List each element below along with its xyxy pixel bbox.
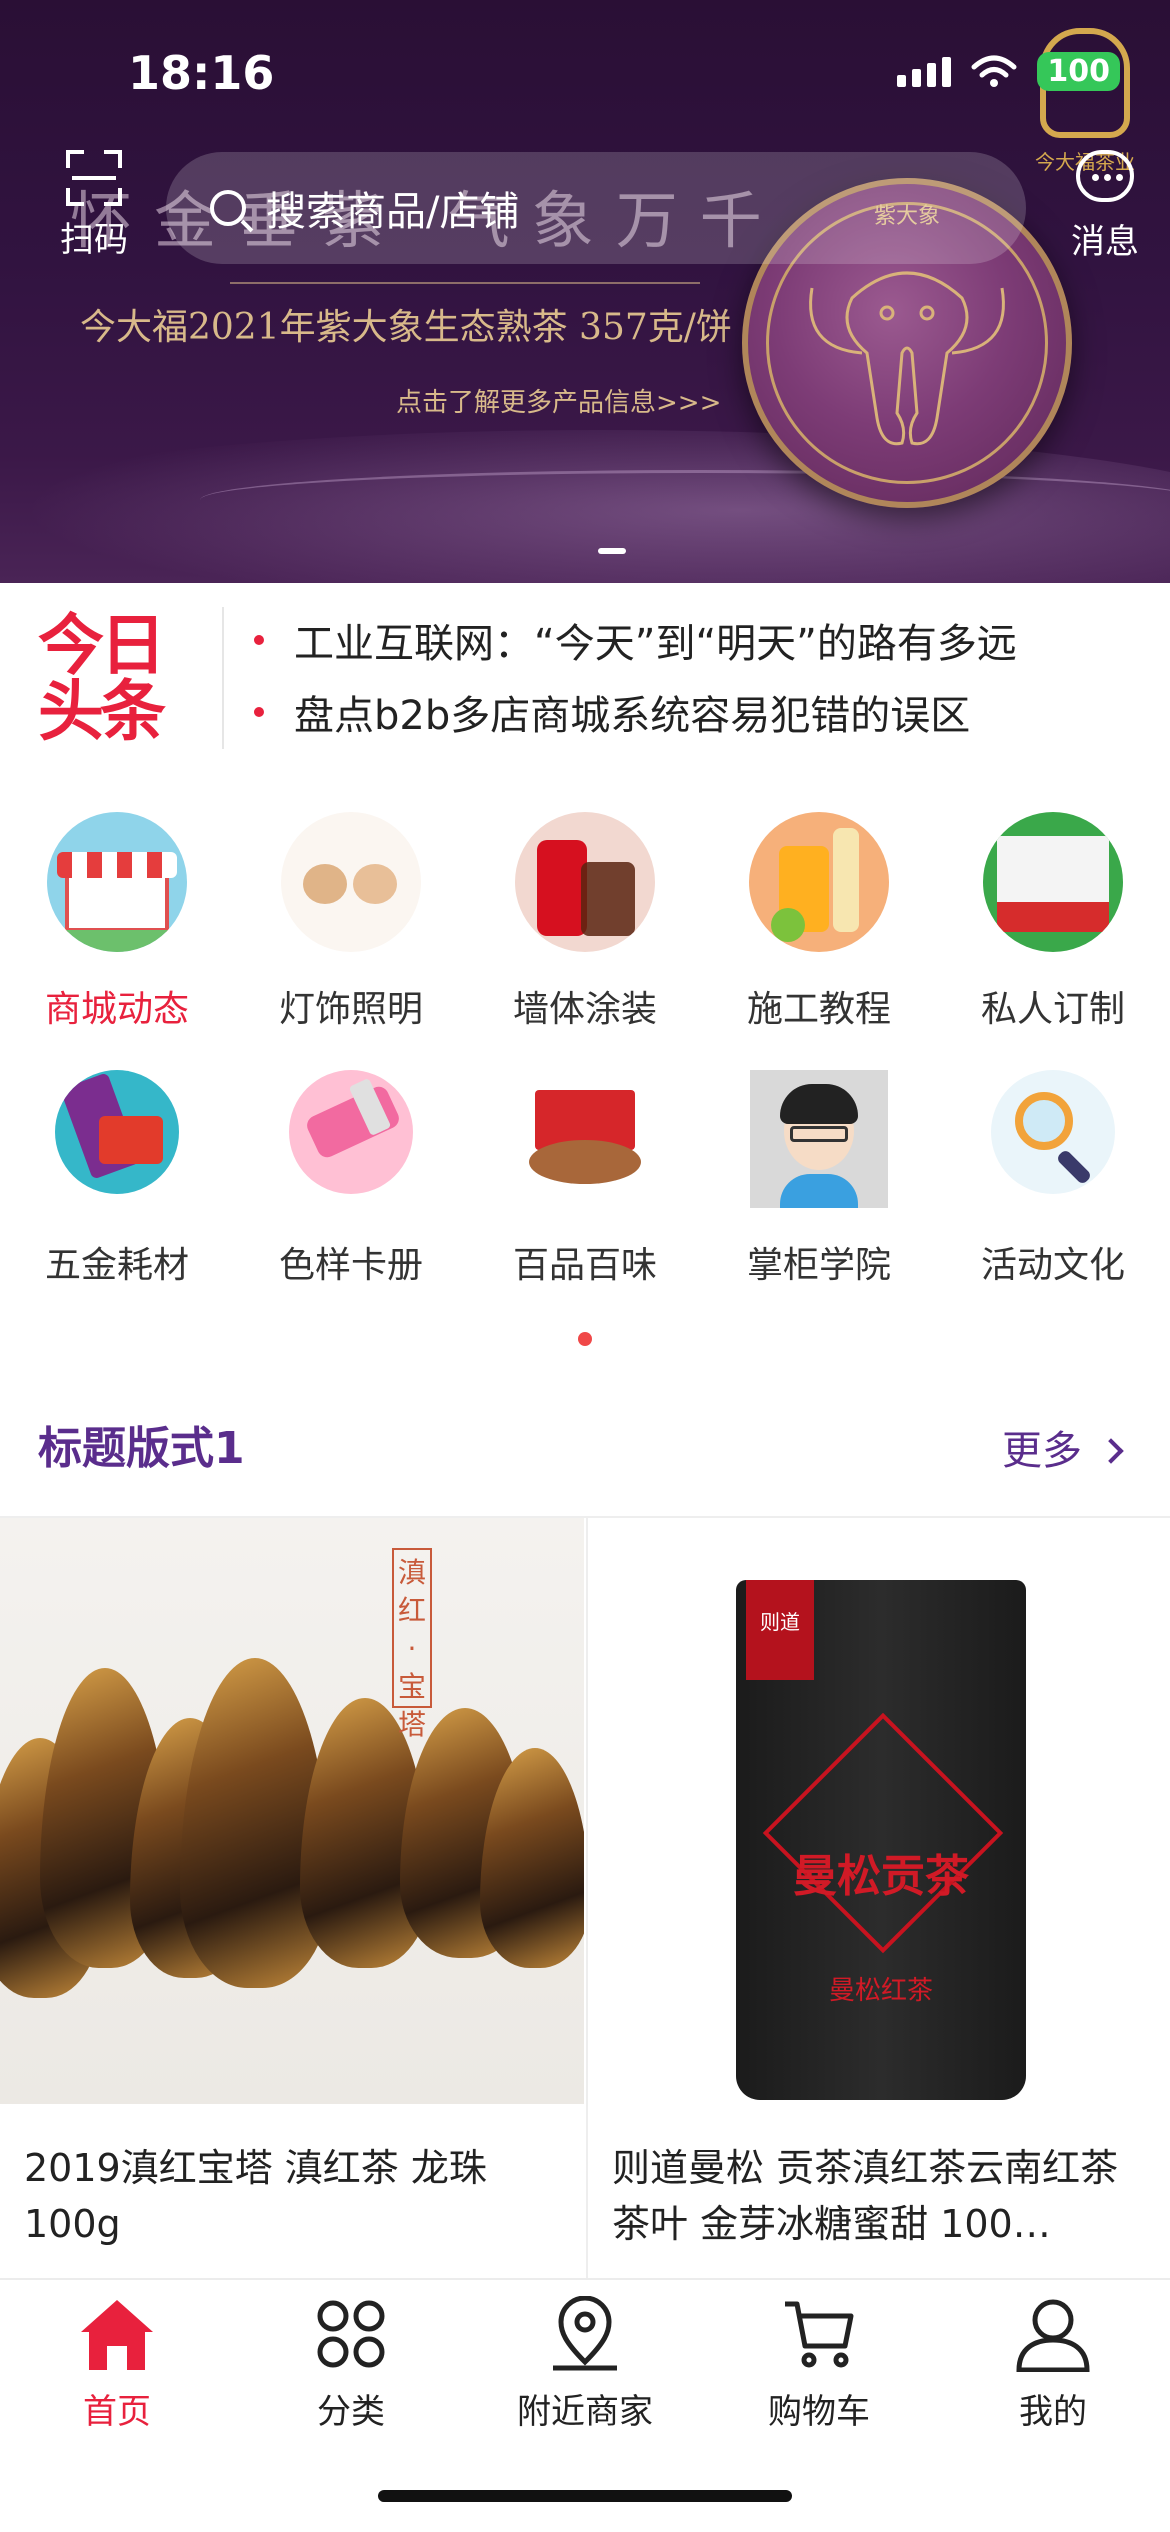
tab-label: 我的 <box>1019 2392 1087 2432</box>
category-academy[interactable]: 掌柜学院 <box>702 1070 936 1288</box>
avatar-icon <box>750 1070 888 1208</box>
grid-icon <box>317 2300 385 2368</box>
scan-label: 扫码 <box>60 220 128 260</box>
messages-label: 消息 <box>1071 222 1139 262</box>
status-indicators: 100 <box>897 52 1120 91</box>
battery-indicator: 100 <box>1037 52 1120 91</box>
location-pin-icon <box>553 2295 617 2371</box>
category-label: 灯饰照明 <box>278 989 423 1030</box>
category-label: 墙体涂装 <box>512 989 657 1030</box>
home-icon <box>81 2300 153 2370</box>
tab-home[interactable]: 首页 <box>0 2296 234 2433</box>
banner-divider <box>230 282 700 284</box>
search-input[interactable]: 搜索商品/店铺 <box>166 152 1026 264</box>
product-title: 2019滇红宝塔 滇红茶 龙珠 100g <box>24 2146 487 2246</box>
product-image: 则道 曼松贡茶 曼松红茶 <box>588 1518 1170 2104</box>
cart-icon <box>785 2301 854 2368</box>
wifi-icon <box>971 55 1017 87</box>
cellular-signal-icon <box>897 56 952 87</box>
tab-cart[interactable]: 购物车 <box>702 2296 936 2433</box>
headline-text: 工业互联网：“今天”到“明天”的路有多远 <box>294 621 1017 667</box>
tab-nearby[interactable]: 附近商家 <box>468 2295 702 2433</box>
product-title: 则道曼松 贡茶滇红茶云南红茶茶叶 金芽冰糖蜜甜 100… <box>612 2146 1119 2246</box>
chat-bubble-icon <box>1076 150 1134 202</box>
headline-item[interactable]: 工业互联网：“今天”到“明天”的路有多远 <box>254 611 1017 669</box>
storefront-icon <box>47 812 187 952</box>
section-title: 标题版式1 <box>38 1423 245 1474</box>
carousel-indicator <box>598 548 626 554</box>
toutiao-logo: 今日 头条 <box>38 613 198 753</box>
bag-product-subname: 曼松红茶 <box>828 1976 933 2006</box>
category-label: 五金耗材 <box>44 1245 189 1286</box>
category-wall-coating[interactable]: 墙体涂装 <box>468 812 702 1032</box>
tab-label: 附近商家 <box>517 2392 653 2432</box>
category-flavors[interactable]: 百品百味 <box>468 1070 702 1288</box>
tab-label: 首页 <box>83 2392 151 2432</box>
messages-button[interactable]: 消息 <box>1060 150 1150 263</box>
headline-item[interactable]: 盘点b2b多店商城系统容易犯错的误区 <box>253 683 971 741</box>
snacks-icon <box>55 1070 179 1194</box>
product-image: 滇红·宝塔 <box>0 1518 584 2104</box>
magnifier-icon <box>991 1070 1115 1194</box>
category-lighting[interactable]: 灯饰照明 <box>234 812 468 1032</box>
product-list: 滇红·宝塔 2019滇红宝塔 滇红茶 龙珠 100g 则道 曼松贡茶 曼松红茶 … <box>0 1516 1170 2278</box>
category-label: 施工教程 <box>746 989 891 1030</box>
category-hardware[interactable]: 五金耗材 <box>0 1070 234 1288</box>
product-stamp: 滇红·宝塔 <box>392 1548 432 1741</box>
section-more-label: 更多 <box>1002 1428 1082 1474</box>
category-color-cards[interactable]: 色样卡册 <box>234 1070 468 1288</box>
tab-categories[interactable]: 分类 <box>234 2296 468 2433</box>
nuts-icon <box>523 1070 647 1194</box>
banner-more-link[interactable]: 点击了解更多产品信息>>> <box>396 382 721 419</box>
bears-icon <box>281 812 421 952</box>
category-label: 商城动态 <box>44 989 189 1030</box>
tab-profile[interactable]: 我的 <box>936 2296 1170 2433</box>
bag-product-name: 曼松贡茶 <box>793 1851 969 1902</box>
bag-pattern <box>762 1712 1004 1954</box>
category-label: 私人订制 <box>980 989 1125 1030</box>
category-culture[interactable]: 活动文化 <box>936 1070 1170 1288</box>
gift-box-icon <box>983 812 1123 952</box>
category-shop-news[interactable]: 商城动态 <box>0 812 234 1032</box>
chevron-right-icon <box>1098 1438 1124 1464</box>
scan-button[interactable]: 扫码 <box>54 150 134 261</box>
drinks-icon <box>749 812 889 952</box>
category-custom[interactable]: 私人订制 <box>936 812 1170 1032</box>
search-icon <box>210 190 246 226</box>
user-icon <box>1016 2299 1090 2373</box>
search-placeholder: 搜索商品/店铺 <box>266 189 520 235</box>
headline-divider <box>222 607 224 749</box>
category-label: 活动文化 <box>980 1245 1125 1286</box>
category-label: 色样卡册 <box>278 1245 423 1286</box>
toutiao-logo-line1: 今日 <box>38 607 166 684</box>
product-card[interactable]: 滇红·宝塔 2019滇红宝塔 滇红茶 龙珠 100g <box>0 1518 584 2278</box>
toutiao-logo-line2: 头条 <box>38 673 166 750</box>
grid-page-indicator <box>578 1332 592 1346</box>
tab-label: 分类 <box>317 2392 385 2432</box>
headline-text: 盘点b2b多店商城系统容易犯错的误区 <box>294 693 971 739</box>
category-tutorials[interactable]: 施工教程 <box>702 812 936 1032</box>
tea-bag-image: 则道 曼松贡茶 曼松红茶 <box>736 1580 1026 2100</box>
section-more-link[interactable]: 更多 <box>1002 1418 1124 1476</box>
category-label: 百品百味 <box>512 1245 657 1286</box>
cola-icon <box>515 812 655 952</box>
product-card[interactable]: 则道 曼松贡茶 曼松红茶 则道曼松 贡茶滇红茶云南红茶茶叶 金芽冰糖蜜甜 100… <box>586 1518 1170 2278</box>
scan-icon <box>66 150 122 206</box>
banner-subtitle: 今大福2021年紫大象生态熟茶 357克/饼 <box>80 307 732 348</box>
promo-banner[interactable]: 怀金垂紫 气象万千 今大福2021年紫大象生态熟茶 357克/饼 点击了解更多产… <box>0 0 1170 583</box>
bag-brand-tag: 则道 <box>746 1580 814 1680</box>
status-time: 18:16 <box>128 46 275 100</box>
home-indicator[interactable] <box>378 2490 792 2502</box>
tab-label: 购物车 <box>768 2392 870 2432</box>
category-label: 掌柜学院 <box>746 1245 891 1286</box>
news-headlines: 今日 头条 工业互联网：“今天”到“明天”的路有多远 盘点b2b多店商城系统容易… <box>0 583 1170 778</box>
cosmetics-icon <box>289 1070 413 1194</box>
